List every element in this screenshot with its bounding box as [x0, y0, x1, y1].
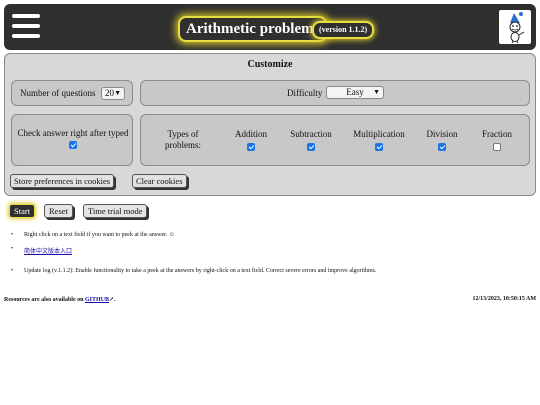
- customize-title: Customize: [247, 59, 293, 70]
- types-label: Types of problems:: [165, 129, 201, 150]
- difficulty-select[interactable]: Easy ▼: [326, 86, 384, 99]
- num-questions-label: Number of questions: [20, 88, 96, 98]
- menu-icon[interactable]: [12, 14, 40, 40]
- reset-button[interactable]: Reset: [44, 204, 73, 218]
- version-badge: (version 1.1.2): [312, 21, 375, 39]
- chevron-down-icon: ▼: [373, 88, 380, 96]
- resources-prefix: Resources are also available on: [4, 297, 84, 303]
- type-subtraction-label: Subtraction: [290, 129, 332, 139]
- check-answer-box: Check answer right after typed: [11, 114, 133, 166]
- check-answer-checkbox[interactable]: [69, 140, 77, 149]
- list-item: 简体中文版本入口: [11, 246, 72, 255]
- check-answer-option: Check answer right after typed: [16, 128, 130, 150]
- list-item: Update log (v.1.1.2): Enable functionali…: [11, 268, 377, 274]
- customize-panel: Customize Number of questions 20 ▼ Diffi…: [4, 53, 536, 196]
- list-item: Right click on a text field if you want …: [11, 232, 175, 238]
- update-log-note: Update log (v.1.1.2): Enable functionali…: [24, 268, 377, 274]
- resources-suffix: .: [114, 297, 116, 303]
- type-multiplication-label: Multiplication: [353, 129, 405, 139]
- start-button[interactable]: Start: [9, 204, 36, 218]
- type-fraction-label: Fraction: [482, 129, 512, 139]
- peek-note: Right click on a text field if you want …: [24, 232, 175, 238]
- check-answer-label: Check answer right after typed: [17, 128, 129, 138]
- type-division-label: Division: [426, 129, 458, 139]
- type-division: Division: [422, 129, 462, 151]
- problem-types-box: Types of problems: Addition Subtraction …: [140, 114, 530, 166]
- type-fraction-checkbox[interactable]: [493, 142, 501, 151]
- type-addition: Addition: [231, 129, 271, 151]
- type-division-checkbox[interactable]: [438, 142, 446, 151]
- store-preferences-button[interactable]: Store preferences in cookies: [10, 174, 115, 188]
- type-multiplication: Multiplication: [349, 129, 409, 151]
- type-subtraction: Subtraction: [286, 129, 336, 151]
- time-trial-button[interactable]: Time trial mode: [83, 204, 148, 218]
- difficulty-box: Difficulty Easy ▼: [140, 80, 530, 106]
- resources-note: Resources are also available on GITHUB↗.: [4, 296, 116, 303]
- type-subtraction-checkbox[interactable]: [307, 142, 315, 151]
- type-fraction: Fraction: [477, 129, 517, 151]
- type-multiplication-checkbox[interactable]: [375, 142, 383, 151]
- type-addition-label: Addition: [234, 129, 267, 139]
- type-addition-checkbox[interactable]: [247, 142, 255, 151]
- clear-cookies-button[interactable]: Clear cookies: [132, 174, 187, 188]
- difficulty-value: Easy: [346, 87, 364, 97]
- num-questions-box: Number of questions 20 ▼: [11, 80, 133, 106]
- chinese-version-link[interactable]: 简体中文版本入口: [24, 249, 72, 255]
- top-header: Arithmetic problems (version 1.1.2): [4, 4, 536, 50]
- mascot-logo-icon: [499, 10, 531, 44]
- page-title: Arithmetic problems: [178, 16, 328, 42]
- github-link[interactable]: GITHUB: [85, 297, 109, 303]
- difficulty-label: Difficulty: [287, 88, 323, 98]
- num-questions-value: 20: [105, 88, 114, 98]
- chevron-down-icon: ▼: [114, 89, 121, 97]
- datetime-display: 12/13/2023, 10:50:15 AM: [472, 296, 537, 302]
- num-questions-select[interactable]: 20 ▼: [101, 87, 125, 100]
